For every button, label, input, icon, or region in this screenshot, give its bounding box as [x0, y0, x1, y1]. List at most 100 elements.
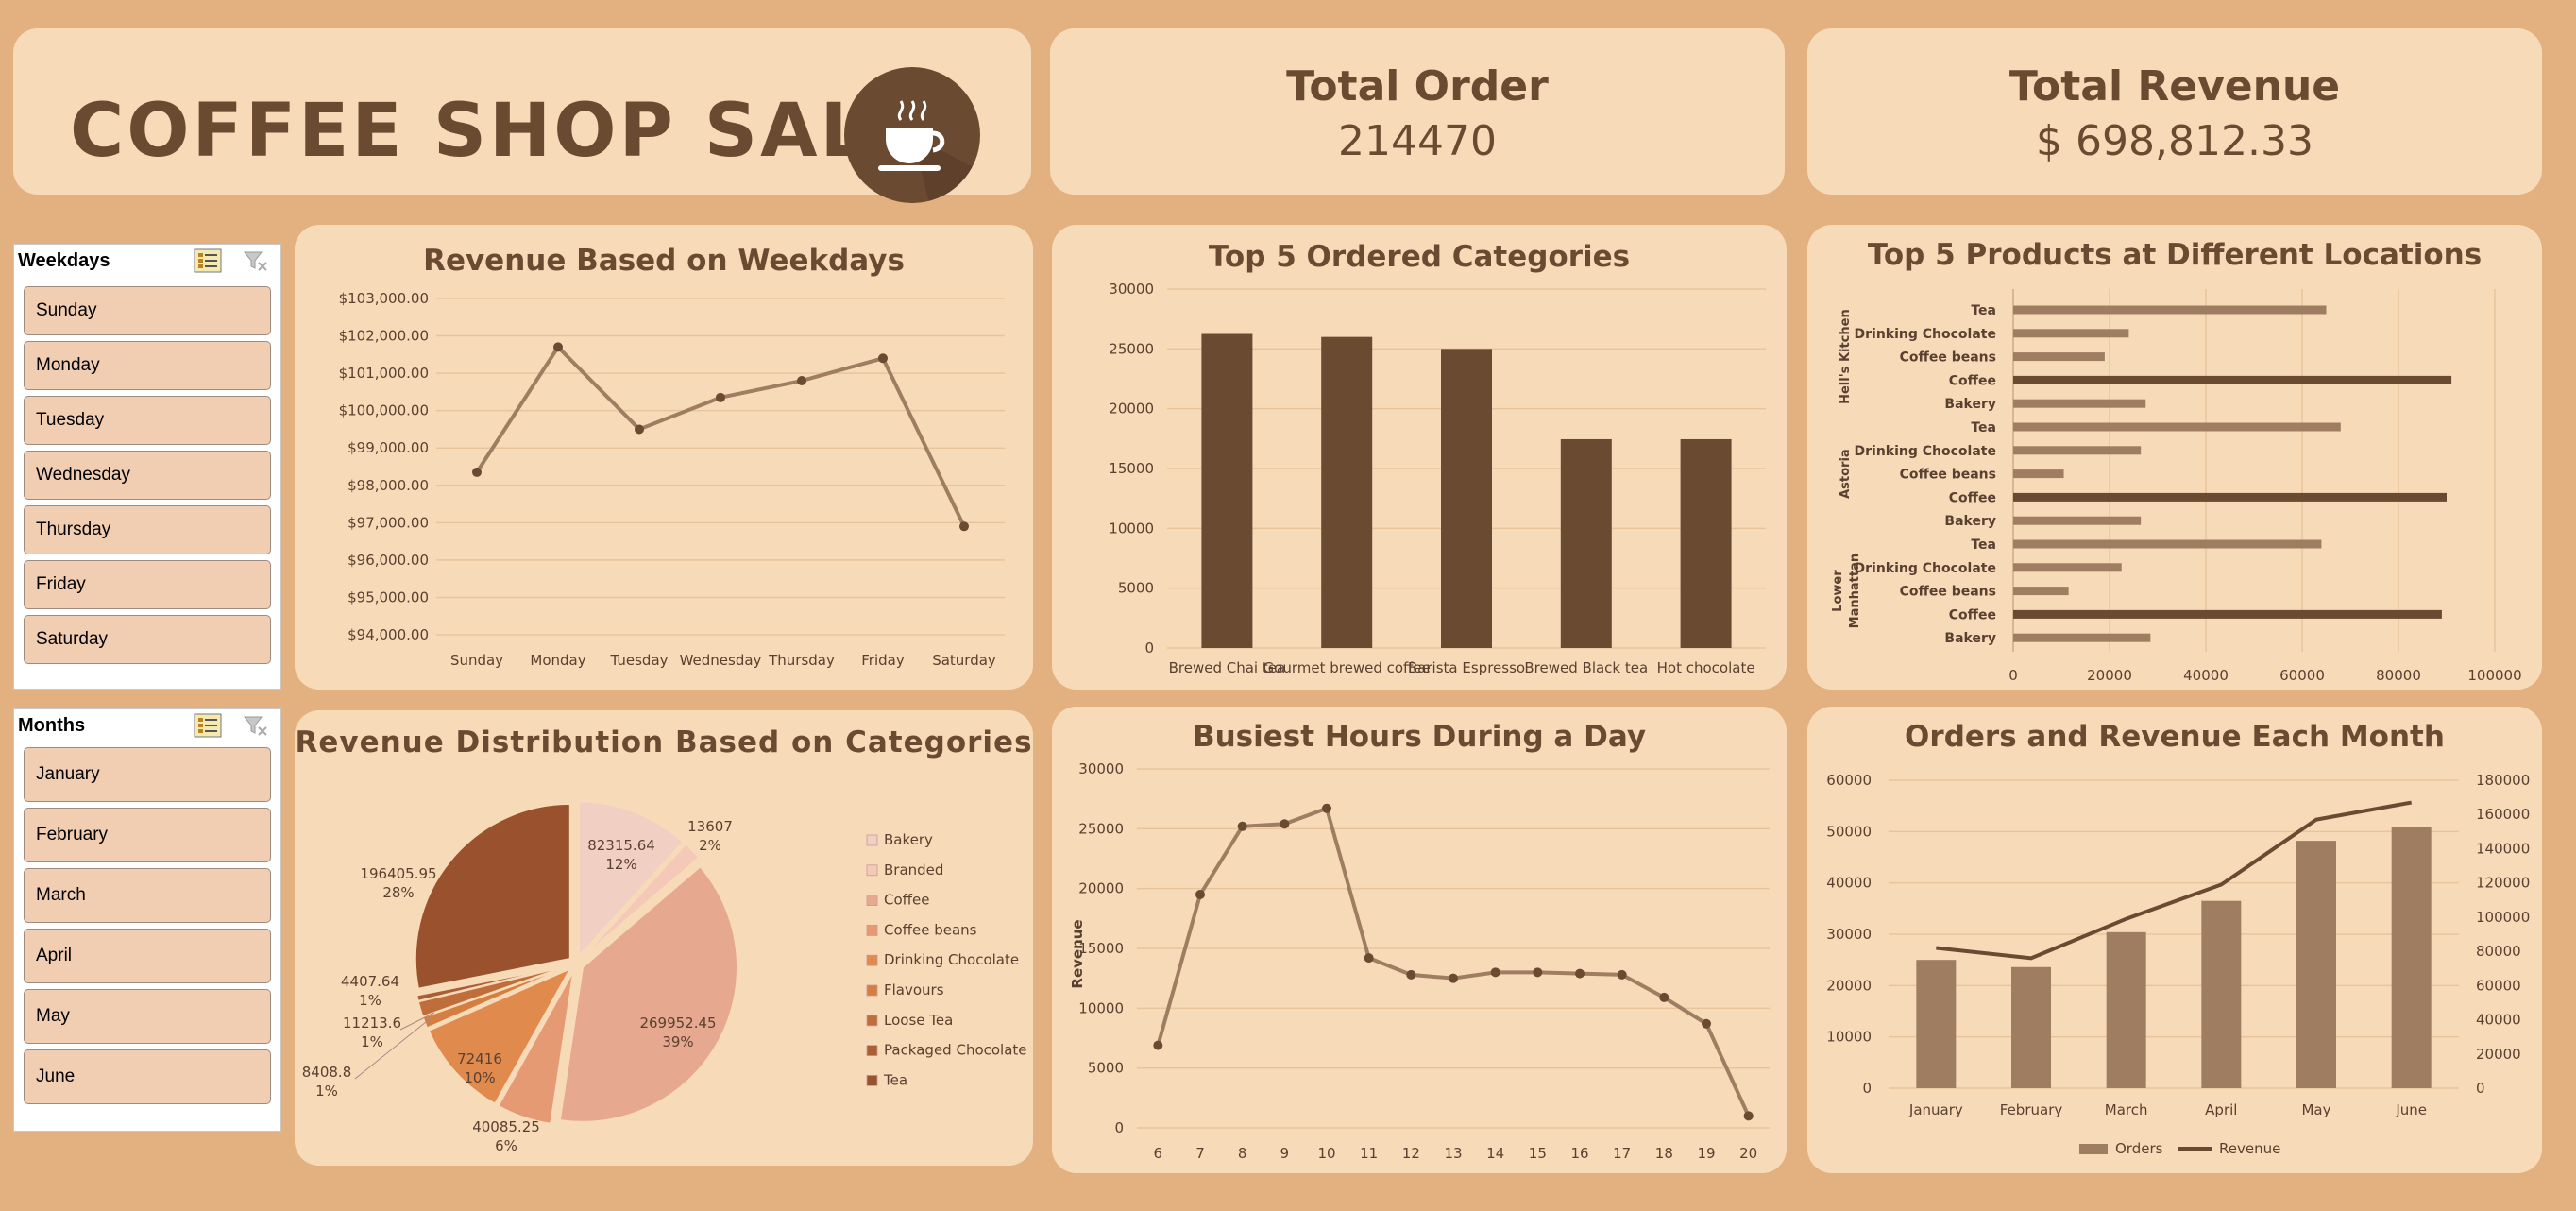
y-tick-label: $97,000.00	[347, 514, 429, 531]
y-tick-label: $100,000.00	[339, 402, 429, 419]
weekday-slicer-item-saturday[interactable]: Saturday	[24, 615, 271, 664]
data-point	[1449, 973, 1458, 983]
legend-label: Coffee beans	[884, 921, 977, 938]
x-tick-label: 100000	[2467, 667, 2521, 684]
slice-value-label: 72416	[457, 1050, 502, 1067]
bar	[2013, 375, 2452, 384]
x-tick-label: 19	[1697, 1145, 1715, 1162]
x-tick-label: 60000	[2279, 667, 2325, 684]
weekday-slicer-item-monday[interactable]: Monday	[24, 341, 271, 390]
x-tick-label: Hot chocolate	[1657, 659, 1755, 676]
y-tick-label: 20000	[1078, 880, 1124, 897]
y-tick-label: Tea	[1971, 420, 1996, 435]
x-tick-label: April	[2205, 1101, 2237, 1118]
weekday-slicer-item-wednesday[interactable]: Wednesday	[24, 451, 271, 500]
y-tick-label-right: 160000	[2476, 806, 2530, 823]
x-tick-label: 15	[1529, 1145, 1547, 1162]
coffee-cup-icon	[844, 67, 980, 203]
x-tick-label: 17	[1613, 1145, 1631, 1162]
legend-label: Flavours	[884, 981, 944, 998]
bar	[1201, 333, 1253, 648]
chart-title: Top 5 Products at Different Locations	[1867, 238, 2483, 272]
slice-percent-label: 28%	[382, 884, 414, 901]
y-tick-label: Bakery	[1944, 397, 1996, 412]
x-tick-label: 11	[1360, 1145, 1378, 1162]
data-point	[797, 376, 806, 386]
y-tick-label: Coffee	[1949, 607, 1996, 623]
data-point	[1702, 1018, 1711, 1029]
total-order-value: 214470	[1338, 117, 1497, 165]
clear-filter-icon[interactable]	[241, 248, 269, 273]
y-tick-label: Bakery	[1944, 631, 1996, 646]
x-tick-label: March	[2105, 1101, 2148, 1118]
weekday-slicer-item-friday[interactable]: Friday	[24, 560, 271, 609]
x-tick-label: 14	[1486, 1145, 1504, 1162]
y-tick-label: 0	[1144, 640, 1154, 657]
x-tick-label: 0	[2008, 667, 2018, 684]
weekday-slicer-item-thursday[interactable]: Thursday	[24, 505, 271, 554]
x-tick-label: 7	[1195, 1145, 1205, 1162]
x-tick-label: Barista Espresso	[1408, 659, 1525, 676]
y-tick-label: 10000	[1078, 999, 1124, 1016]
x-tick-label: January	[1908, 1101, 1963, 1118]
legend-label: Bakery	[884, 831, 933, 848]
y-tick-label-right: 100000	[2476, 909, 2530, 926]
month-slicer-item-april[interactable]: April	[24, 929, 271, 983]
legend-swatch	[866, 834, 878, 846]
y-tick-label-right: 0	[2476, 1080, 2485, 1097]
category-pie-chart: 82315.64 12% 13607 2% 269952.4539% 40085.25 6%…	[302, 800, 1027, 1154]
bar	[1321, 336, 1373, 648]
legend-label: Loose Tea	[884, 1012, 953, 1029]
category-pie-card: Revenue Distribution Based on Categories…	[295, 710, 1033, 1166]
bar	[2391, 827, 2432, 1088]
slice-value-label: 196405.95	[360, 865, 436, 882]
month-slicer-item-february[interactable]: February	[24, 808, 271, 862]
x-tick-label: Brewed Black tea	[1524, 659, 1648, 676]
slice-value-label: 82315.64	[587, 837, 655, 854]
weekday-revenue-card: Revenue Based on Weekdays $94,000.00 $95,…	[295, 225, 1033, 690]
clear-filter-icon[interactable]	[241, 713, 269, 738]
x-tick-label: 80000	[2376, 667, 2421, 684]
top-products-chart: 0 20000 40000 60000 80000 100000 Tea Drinking C…	[1831, 289, 2522, 684]
total-revenue-value: $ 698,812.33	[2036, 117, 2313, 165]
total-revenue-card: Total Revenue $ 698,812.33	[1807, 28, 2542, 195]
x-tick-label: June	[2395, 1101, 2427, 1118]
month-slicer-item-march[interactable]: March	[24, 868, 271, 923]
bar	[2013, 305, 2327, 315]
bar	[2013, 352, 2105, 362]
chart-title: Orders and Revenue Each Month	[1905, 720, 2445, 754]
slice-percent-label: 1%	[361, 1033, 383, 1050]
top-categories-card: Top 5 Ordered Categories 0 5000 10000 15000…	[1052, 225, 1787, 690]
weekday-slicer-item-tuesday[interactable]: Tuesday	[24, 396, 271, 445]
month-slicer-item-january[interactable]: January	[24, 747, 271, 802]
y-tick-label-left: 40000	[1826, 875, 1872, 892]
multi-select-icon[interactable]	[194, 713, 222, 738]
x-tick-label: May	[2301, 1101, 2330, 1118]
multi-select-icon[interactable]	[194, 248, 222, 273]
data-point	[1237, 821, 1247, 831]
data-point	[1617, 969, 1627, 980]
y-tick-label: Drinking Chocolate	[1855, 444, 1996, 459]
chart-title: Top 5 Ordered Categories	[1208, 240, 1631, 274]
slice-value-label: 8408.8	[302, 1064, 352, 1081]
y-tick-label-right: 140000	[2476, 840, 2530, 857]
bar	[1560, 438, 1612, 648]
busiest-hours-chart: 050001000015000200002500030000Revenue6 7 8…	[1069, 760, 1770, 1162]
title-card: COFFEE SHOP SALES	[13, 28, 1031, 203]
y-tick-label: 30000	[1078, 760, 1124, 777]
x-tick-label: 9	[1280, 1145, 1290, 1162]
legend-label: Coffee	[884, 892, 929, 909]
month-slicer-item-june[interactable]: June	[24, 1049, 271, 1104]
x-tick-label: 20000	[2087, 667, 2132, 684]
x-tick-label: Wednesday	[680, 652, 762, 669]
slice-percent-label: 39%	[662, 1033, 693, 1050]
slice-value-label: 13607	[687, 818, 733, 835]
y-tick-label: 20000	[1109, 401, 1154, 418]
month-slicer-item-may[interactable]: May	[24, 989, 271, 1044]
y-tick-label: $103,000.00	[339, 290, 429, 307]
data-point	[878, 353, 888, 364]
weekday-slicer-item-sunday[interactable]: Sunday	[24, 286, 271, 335]
y-tick-label: 25000	[1109, 340, 1154, 357]
x-tick-label: 18	[1655, 1145, 1673, 1162]
x-tick-label: 10	[1317, 1145, 1335, 1162]
